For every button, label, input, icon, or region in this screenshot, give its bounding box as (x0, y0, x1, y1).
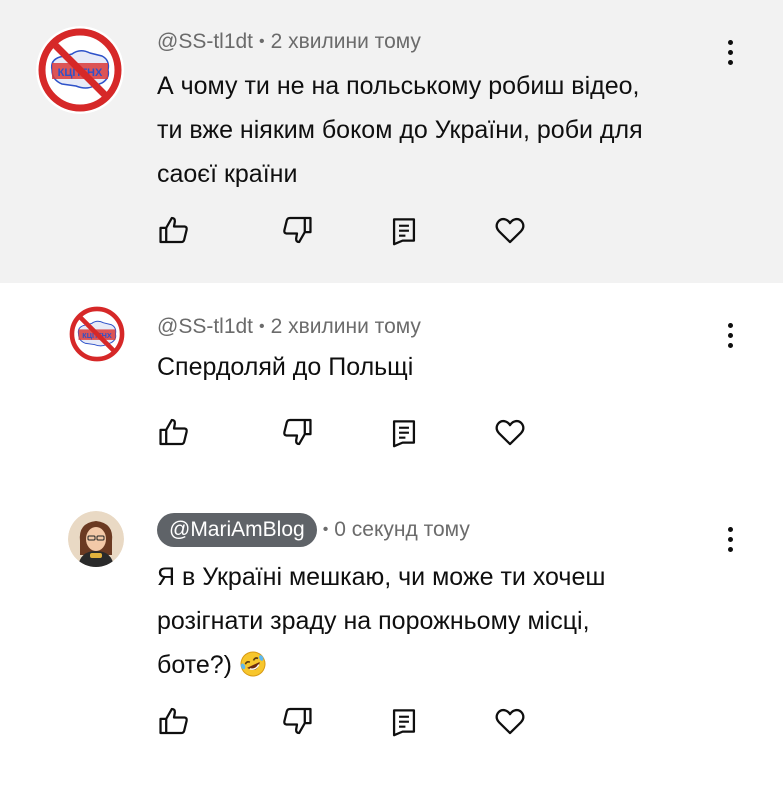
timestamp: 2 хвилини тому (270, 315, 421, 338)
comment-meta: @SS-tl1dt • 2 хвилини тому (157, 30, 421, 54)
author-name[interactable]: @SS-tl1dt (157, 315, 253, 339)
creator-author-badge[interactable]: @MariAmBlog (157, 513, 317, 547)
like-button[interactable] (157, 213, 191, 247)
author-name[interactable]: @SS-tl1dt (157, 30, 253, 54)
reply-button[interactable] (387, 213, 421, 247)
comment-line: боте?) (157, 643, 727, 687)
like-button[interactable] (157, 415, 191, 449)
heart-icon (495, 708, 525, 735)
comment-line: ти вже ніяким боком до України, роби для (157, 116, 643, 144)
reply-button[interactable] (387, 704, 421, 738)
comment-meta: @MariAmBlog • 0 секунд тому (157, 513, 470, 547)
dislike-button[interactable] (280, 704, 314, 738)
avatar[interactable]: КЦПТНХ (36, 26, 124, 114)
thumbs-down-icon (283, 418, 312, 446)
thumbs-down-icon (283, 216, 312, 244)
avatar[interactable] (68, 511, 124, 567)
reply-icon (392, 709, 416, 737)
more-vert-icon (727, 526, 733, 532)
meta-separator: • (322, 521, 329, 538)
thumbs-down-icon (283, 707, 312, 735)
comment-text: Я в Україні мешкаю, чи може ти хочеш роз… (157, 555, 727, 687)
timestamp: 2 хвилини тому (270, 30, 421, 53)
comment-line: Я в Україні мешкаю, чи може ти хочеш (157, 563, 606, 591)
more-options-button[interactable] (715, 521, 745, 557)
comment-item: КЦПТНХ @SS-tl1dt • 2 хвилини тому А чому… (0, 0, 783, 283)
like-button[interactable] (157, 704, 191, 738)
more-vert-icon (727, 322, 733, 328)
comment-text: А чому ти не на польському робиш відео, … (157, 64, 727, 196)
meta-separator: • (259, 318, 265, 335)
comment-line: Спердоляй до Польщі (157, 353, 414, 381)
heart-icon (495, 217, 525, 244)
comment-line: саоєї країни (157, 160, 298, 188)
meta-separator: • (259, 33, 265, 50)
heart-button[interactable] (493, 704, 527, 738)
reply-button[interactable] (387, 415, 421, 449)
thumbs-up-icon (159, 707, 188, 735)
dislike-button[interactable] (280, 213, 314, 247)
rolling-laughing-emoji-icon (239, 648, 267, 677)
heart-button[interactable] (493, 415, 527, 449)
dislike-button[interactable] (280, 415, 314, 449)
thumbs-up-icon (159, 216, 188, 244)
comment-item: @MariAmBlog • 0 секунд тому Я в Україні … (0, 483, 783, 800)
comment-line: А чому ти не на польському робиш відео, (157, 72, 640, 100)
reply-icon (392, 218, 416, 246)
comment-text: Спердоляй до Польщі (157, 345, 727, 389)
avatar[interactable]: КЦПТНХ (68, 305, 126, 363)
timestamp: 0 секунд тому (334, 518, 470, 541)
reply-icon (392, 420, 416, 448)
comment-line-text: боте?) (157, 651, 232, 679)
heart-icon (495, 419, 525, 446)
comment-item: КЦПТНХ @SS-tl1dt • 2 хвилини тому Спердо… (0, 283, 783, 483)
more-vert-icon (727, 39, 733, 45)
heart-button[interactable] (493, 213, 527, 247)
comment-line: розігнати зраду на порожньому місці, (157, 607, 590, 635)
comment-meta: @SS-tl1dt • 2 хвилини тому (157, 315, 421, 339)
thumbs-up-icon (159, 418, 188, 446)
